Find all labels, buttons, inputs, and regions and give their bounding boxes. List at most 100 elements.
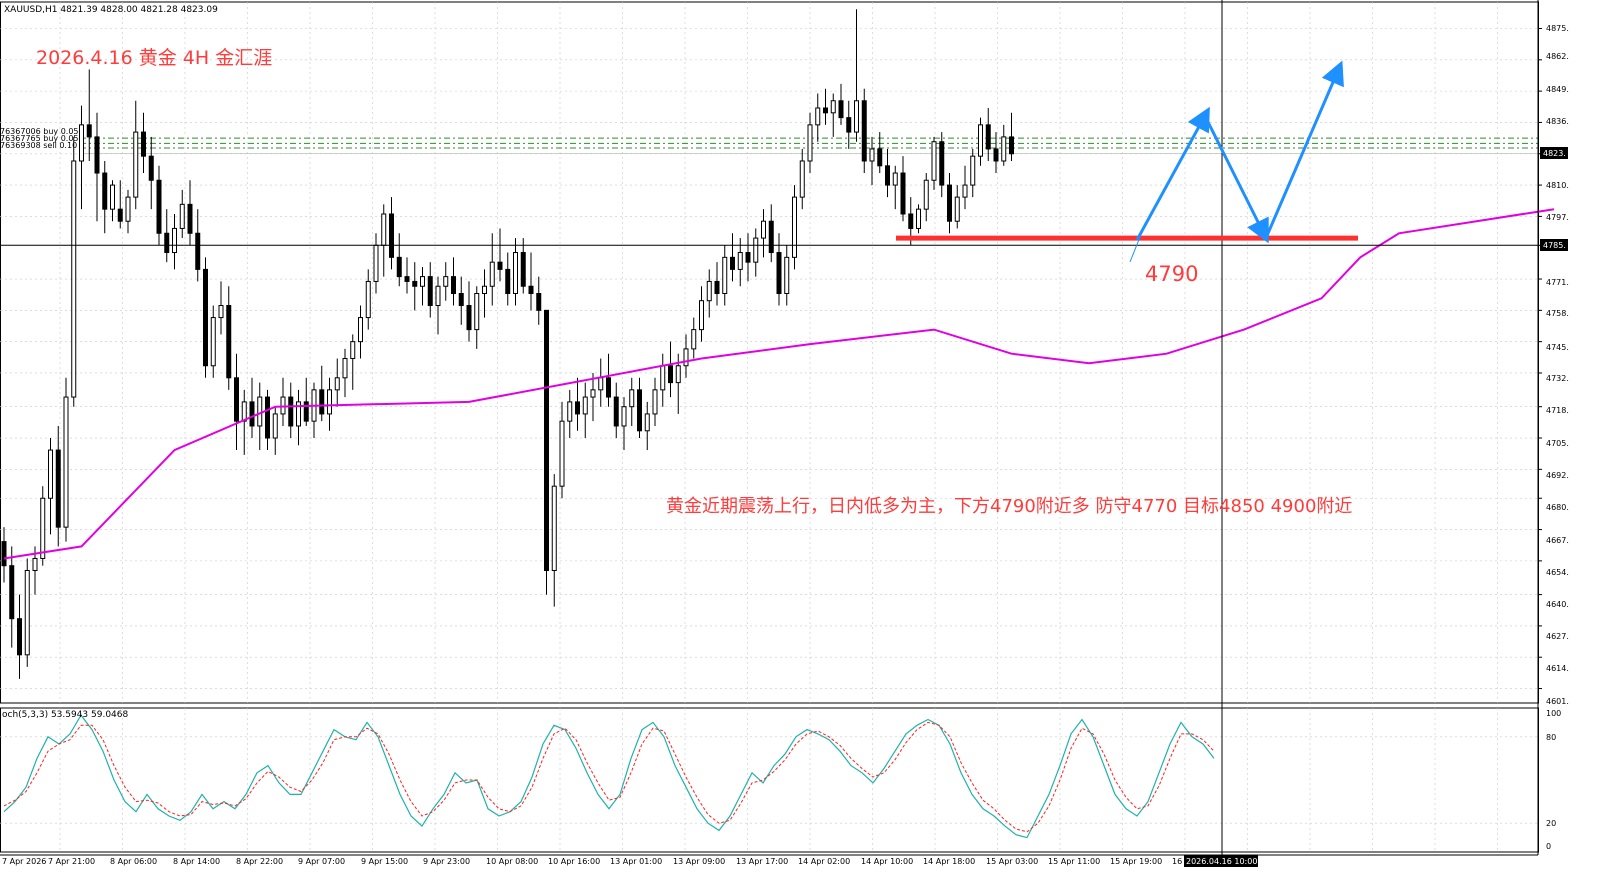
candle-bull — [807, 124, 813, 162]
candle-bull — [1001, 136, 1007, 162]
time-label: 8 Apr 06:00 — [110, 857, 157, 866]
candle-bull — [567, 401, 573, 422]
candle-bull — [629, 389, 635, 408]
candle-bear — [412, 280, 418, 287]
candle-bull — [970, 155, 976, 186]
candle-bear — [613, 396, 619, 427]
candle-bull — [48, 449, 53, 499]
candle-bear — [249, 401, 255, 427]
candle-bear — [900, 172, 906, 215]
candle-bull — [172, 227, 177, 254]
price-tick: 4732. — [1546, 374, 1569, 383]
candle-bull — [784, 256, 790, 294]
candle-bear — [9, 565, 15, 620]
time-label: 14 Apr 02:00 — [798, 857, 850, 866]
candle-bear — [947, 184, 952, 222]
candle-bull — [63, 396, 69, 528]
price-tick: 4614. — [1546, 664, 1569, 673]
candle-bull — [916, 208, 921, 229]
candle-bear — [908, 213, 914, 229]
candle-bear — [234, 377, 239, 422]
time-label: 9 Apr 07:00 — [298, 857, 345, 866]
candle-bull — [358, 317, 363, 343]
candle-bear — [148, 155, 154, 181]
time-label: 15 Apr 19:00 — [1110, 857, 1162, 866]
price-tick: 4718. — [1546, 406, 1569, 415]
candle-bear — [396, 256, 402, 278]
candle-bull — [869, 148, 875, 162]
candle-bull — [373, 244, 379, 282]
order-label-3: 76369308 sell 0.10 — [0, 141, 77, 150]
candle-bear — [668, 365, 673, 384]
candle-bear — [203, 268, 208, 367]
time-label: 8 Apr 22:00 — [236, 857, 283, 866]
candle-bull — [675, 365, 681, 384]
time-label: 9 Apr 15:00 — [361, 857, 408, 866]
candle-bull — [954, 196, 960, 222]
price-tick: 4797. — [1546, 213, 1569, 222]
price-tick: 4745. — [1546, 343, 1569, 352]
candle-bull — [815, 107, 821, 126]
candle-bear — [195, 232, 201, 270]
candle-bear — [288, 396, 294, 427]
candle-bear — [606, 377, 611, 398]
time-label: 10 Apr 16:00 — [548, 857, 600, 866]
chart-title-annotation: 2026.4.16 黄金 4H 金汇涯 — [36, 47, 272, 69]
price-tick: 4771. — [1546, 278, 1569, 287]
candle-bull — [652, 389, 658, 415]
candle-bull — [699, 300, 704, 331]
candle-bull — [257, 396, 263, 427]
chart-root[interactable]: XAUUSD,H1 4821.39 4828.00 4821.28 4823.0… — [0, 0, 1606, 889]
candle-bear — [505, 268, 511, 294]
candle-bull — [621, 406, 627, 427]
candle-bull — [474, 292, 480, 331]
stoch-tick: 100 — [1546, 709, 1561, 718]
candle-bear — [497, 261, 503, 270]
candle-bear — [164, 232, 170, 254]
candle-bull — [489, 261, 495, 287]
candle-bear — [117, 208, 123, 222]
candle-bear — [466, 305, 472, 331]
time-label: 15 Apr 03:00 — [986, 857, 1038, 866]
candle-bull — [334, 377, 340, 391]
candle-bull — [737, 252, 743, 270]
candle-bull — [272, 413, 278, 439]
time-label: 14 Apr 10:00 — [861, 857, 913, 866]
trade-comment-annotation: 黄金近期震荡上行，日内低多为主，下方4790附近多 防守4770 目标4850 … — [666, 496, 1352, 517]
price-chart-svg[interactable]: XAUUSD,H1 4821.39 4828.00 4821.28 4823.0… — [0, 0, 1606, 889]
current-price-label: 4823. — [1543, 149, 1566, 158]
candle-bear — [939, 141, 945, 186]
candle-bull — [24, 570, 30, 656]
candle-bull — [644, 413, 650, 432]
candle-bull — [210, 317, 216, 367]
candle-bull — [482, 285, 487, 294]
candle-bull — [753, 237, 759, 263]
candle-bull — [559, 420, 565, 487]
candle-bear — [846, 117, 852, 133]
candle-bull — [365, 280, 371, 319]
price-tick: 4836. — [1546, 117, 1569, 126]
candle-bear — [861, 100, 867, 162]
candle-bear — [458, 292, 464, 307]
candle-bull — [327, 389, 332, 415]
candle-bull — [241, 401, 247, 422]
price-tick: 4680. — [1546, 503, 1569, 512]
time-label: 9 Apr 23:00 — [423, 857, 470, 866]
candle-bull — [761, 220, 766, 239]
candle-bear — [55, 449, 61, 528]
symbol-info: XAUUSD,H1 4821.39 4828.00 4821.28 4823.0… — [4, 5, 218, 15]
time-label: 13 Apr 09:00 — [673, 857, 725, 866]
price-tick: 4810. — [1546, 181, 1569, 190]
stochastic-label: och(5,3,3) 53.5943 59.0468 — [2, 710, 129, 720]
candle-bear — [745, 252, 751, 263]
time-label: 7 Apr 21:00 — [48, 857, 95, 866]
candle-bull — [133, 131, 139, 198]
time-label: 8 Apr 14:00 — [173, 857, 220, 866]
price-tick: 4862. — [1546, 52, 1569, 61]
price-tick: 4601. — [1546, 697, 1569, 706]
time-label: 10 Apr 08:00 — [486, 857, 538, 866]
candle-bull — [799, 160, 805, 198]
candle-bull — [931, 141, 937, 181]
candle-bull — [71, 160, 77, 398]
candle-bull — [660, 365, 666, 391]
